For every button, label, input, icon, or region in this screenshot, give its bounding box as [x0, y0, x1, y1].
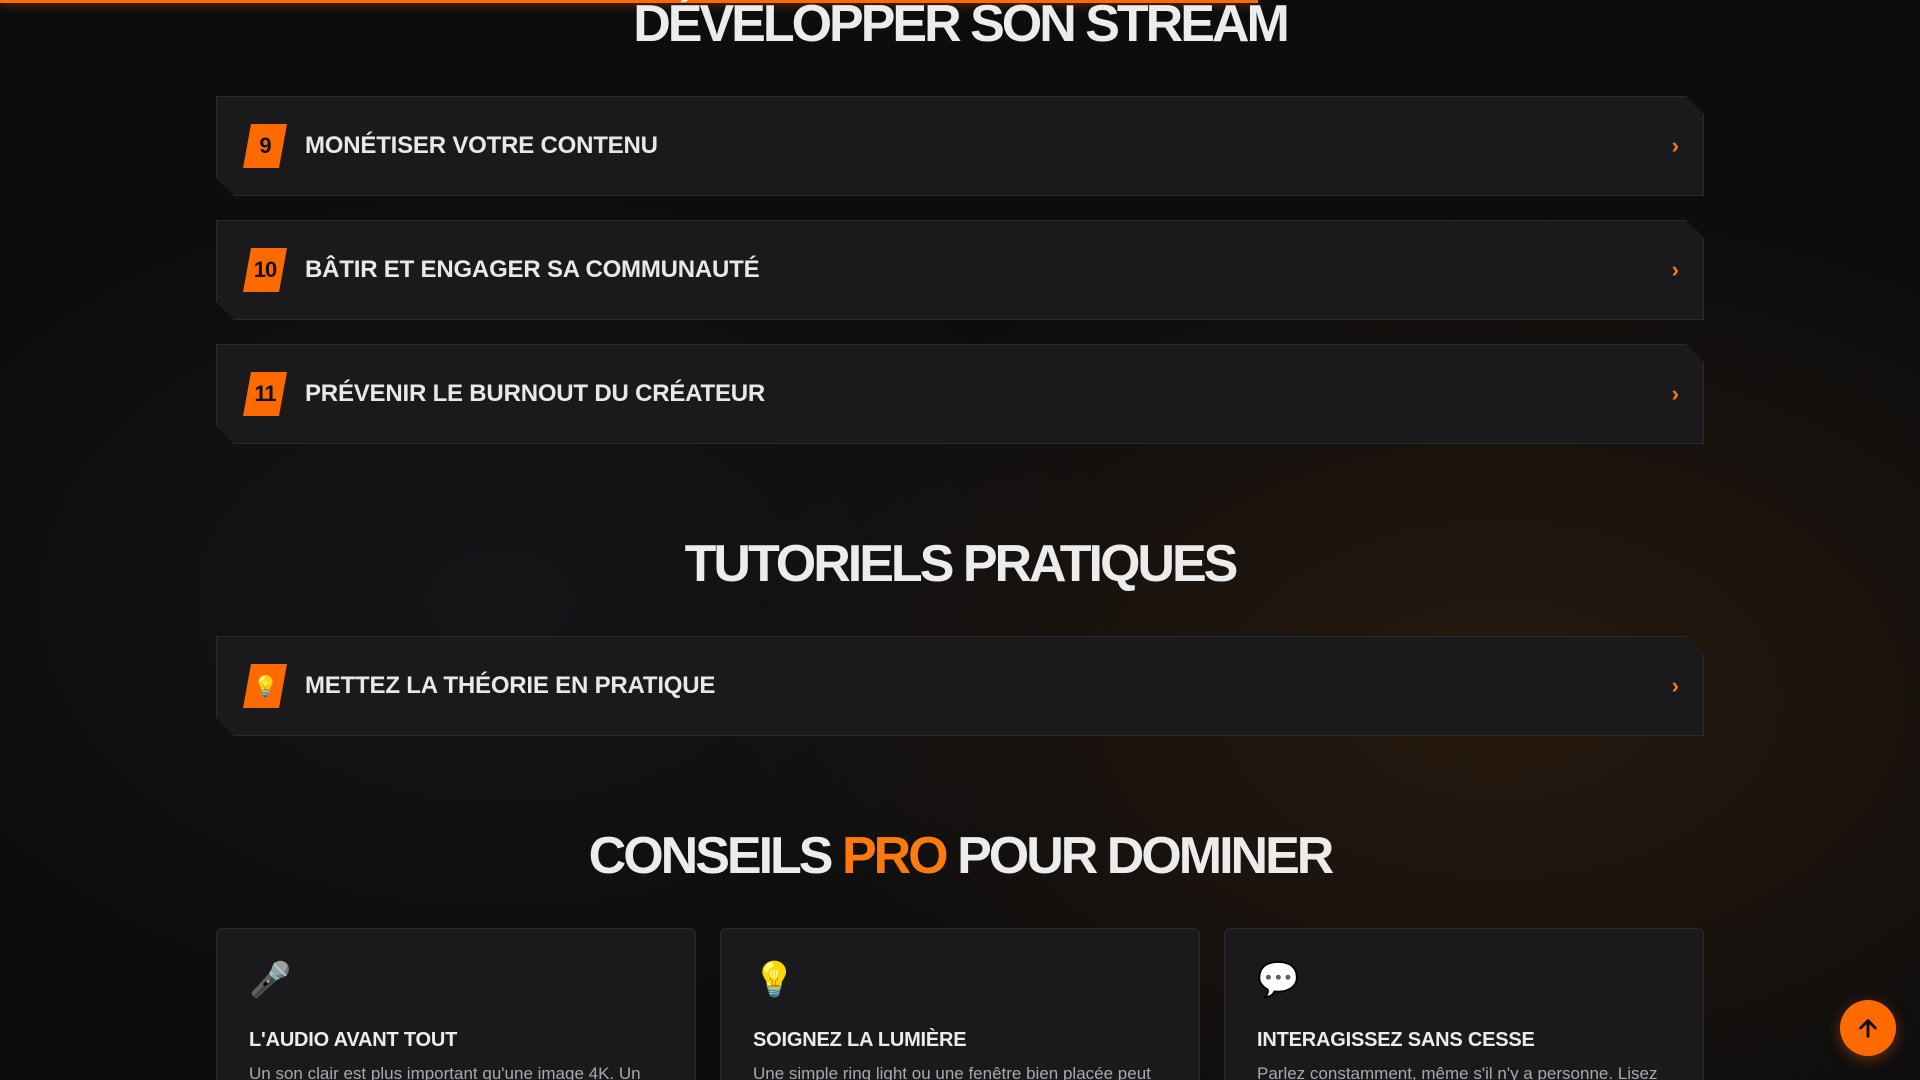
microphone-icon: 🎤 — [249, 961, 292, 999]
tips-title-accent: PRO — [841, 827, 949, 885]
section-title-tutorials: TUTORIELS PRATIQUES — [684, 535, 1239, 593]
tip-text: Parlez constamment, même s'il n'y a pers… — [1257, 1064, 1658, 1080]
tip-card-audio: 🎤 L'AUDIO AVANT TOUT Un son clair est pl… — [216, 928, 696, 1080]
tip-card-light: 💡 SOIGNEZ LA LUMIÈRE Une simple ring lig… — [720, 928, 1200, 1080]
lightbulb-icon: 💡 — [243, 664, 287, 708]
tutorial-card[interactable]: 💡 METTEZ LA THÉORIE EN PRATIQUE › — [216, 636, 1704, 736]
module-card-11[interactable]: 11 PRÉVENIR LE BURNOUT DU CRÉATEUR › — [216, 344, 1704, 444]
tip-card-interact: 💬 INTERAGISSEZ SANS CESSE Parlez constam… — [1224, 928, 1704, 1080]
tip-text: Un son clair est plus important qu'une i… — [249, 1064, 641, 1080]
section-title-develop: DÉVELOPPER SON STREAM — [633, 0, 1290, 53]
module-card-10[interactable]: 10 BÂTIR ET ENGAGER SA COMMUNAUTÉ › — [216, 220, 1704, 320]
tip-title: L'AUDIO AVANT TOUT — [249, 1029, 458, 1051]
chevron-right-icon: › — [1671, 673, 1679, 698]
module-number-badge: 10 — [243, 248, 287, 292]
module-card-9[interactable]: 9 MONÉTISER VOTRE CONTENU › — [216, 96, 1704, 196]
arrow-up-icon — [1859, 1019, 1877, 1038]
speech-bubble-icon: 💬 — [1257, 961, 1300, 999]
tips-title-post: POUR DOMINER — [945, 827, 1334, 885]
tips-title-pre: CONSEILS — [588, 827, 842, 885]
module-title: MONÉTISER VOTRE CONTENU — [305, 132, 658, 159]
tip-title: INTERAGISSEZ SANS CESSE — [1257, 1029, 1535, 1051]
chevron-right-icon: › — [1671, 133, 1679, 158]
tip-text: Une simple ring light ou une fenêtre bie… — [753, 1064, 1151, 1080]
section-title-tips: CONSEILS PRO POUR DOMINER — [216, 826, 1704, 886]
module-number-badge: 11 — [243, 372, 287, 416]
module-title: BÂTIR ET ENGAGER SA COMMUNAUTÉ — [305, 256, 760, 283]
module-title: PRÉVENIR LE BURNOUT DU CRÉATEUR — [305, 380, 766, 407]
module-title: METTEZ LA THÉORIE EN PRATIQUE — [305, 672, 716, 699]
tip-title: SOIGNEZ LA LUMIÈRE — [753, 1029, 967, 1051]
module-number-badge: 9 — [243, 124, 287, 168]
chevron-right-icon: › — [1671, 381, 1679, 406]
chevron-right-icon: › — [1671, 257, 1679, 282]
lightbulb-icon: 💡 — [753, 961, 796, 999]
scroll-to-top-button[interactable] — [1840, 1000, 1896, 1056]
